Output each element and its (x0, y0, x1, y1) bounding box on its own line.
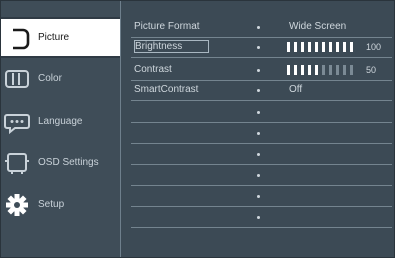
level-segment (308, 42, 311, 52)
bullet-dot (257, 111, 260, 114)
sidebar-item-language[interactable]: Language (1, 102, 120, 143)
monitor-icon (3, 26, 31, 52)
setting-row-smartcontrast[interactable]: SmartContrast Off (131, 81, 392, 101)
sidebar-item-label: Color (38, 73, 62, 84)
empty-row (131, 208, 392, 228)
level-segment (315, 42, 318, 52)
sidebar-item-label: OSD Settings (38, 157, 99, 168)
level-segment (308, 65, 311, 75)
empty-row (131, 103, 392, 123)
sidebar-item-osd-settings[interactable]: OSD Settings (1, 143, 120, 184)
setting-row-brightness[interactable]: Brightness 100 (131, 38, 392, 58)
level-segment (350, 65, 353, 75)
brightness-value: 100 (366, 42, 382, 52)
level-segment (287, 42, 290, 52)
osd-settings-icon (3, 150, 31, 176)
color-icon (3, 66, 31, 92)
sidebar: Picture Color Language OSD Settings Setu… (1, 1, 121, 257)
level-segment (343, 42, 346, 52)
level-segment (322, 65, 325, 75)
level-segment (294, 42, 297, 52)
level-segment (322, 42, 325, 52)
bullet-dot (257, 89, 260, 92)
osd-menu: Picture Color Language OSD Settings Setu… (0, 0, 395, 258)
bullet-dot (257, 46, 260, 49)
setting-row-contrast[interactable]: Contrast 50 (131, 61, 392, 81)
level-segment (329, 42, 332, 52)
level-segment (329, 65, 332, 75)
setting-value: Off (289, 84, 303, 95)
bullet-dot (257, 174, 260, 177)
bullet-dot (257, 26, 260, 29)
contrast-value: 50 (366, 65, 377, 75)
sidebar-item-setup[interactable]: Setup (1, 185, 120, 226)
bullet-dot (257, 216, 260, 219)
level-segment (301, 65, 304, 75)
sidebar-item-label: Picture (38, 32, 70, 43)
empty-row (131, 124, 392, 144)
settings-panel: Picture Format Wide Screen Brightness 10… (121, 1, 394, 257)
empty-row (131, 187, 392, 207)
setting-row-picture-format[interactable]: Picture Format Wide Screen (131, 18, 392, 38)
level-segment (294, 65, 297, 75)
level-segment (315, 65, 318, 75)
level-segment (301, 42, 304, 52)
sidebar-item-label: Language (38, 116, 83, 127)
level-segment (287, 65, 290, 75)
setting-name: SmartContrast (134, 84, 199, 95)
language-icon (3, 109, 31, 135)
sidebar-item-picture[interactable]: Picture (1, 17, 120, 58)
setting-value: Wide Screen (289, 21, 347, 32)
level-segment (343, 65, 346, 75)
level-segment (336, 65, 339, 75)
setting-name: Picture Format (134, 21, 200, 32)
sidebar-item-color[interactable]: Color (1, 59, 120, 100)
level-segment (350, 42, 353, 52)
setting-name: Contrast (134, 64, 172, 75)
empty-row (131, 166, 392, 186)
bullet-dot (257, 153, 260, 156)
setting-name: Brightness (134, 40, 210, 53)
level-segment (336, 42, 339, 52)
bullet-dot (257, 195, 260, 198)
empty-row (131, 145, 392, 165)
gear-icon (3, 192, 31, 218)
sidebar-item-label: Setup (38, 199, 65, 210)
bullet-dot (257, 69, 260, 72)
bullet-dot (257, 132, 260, 135)
